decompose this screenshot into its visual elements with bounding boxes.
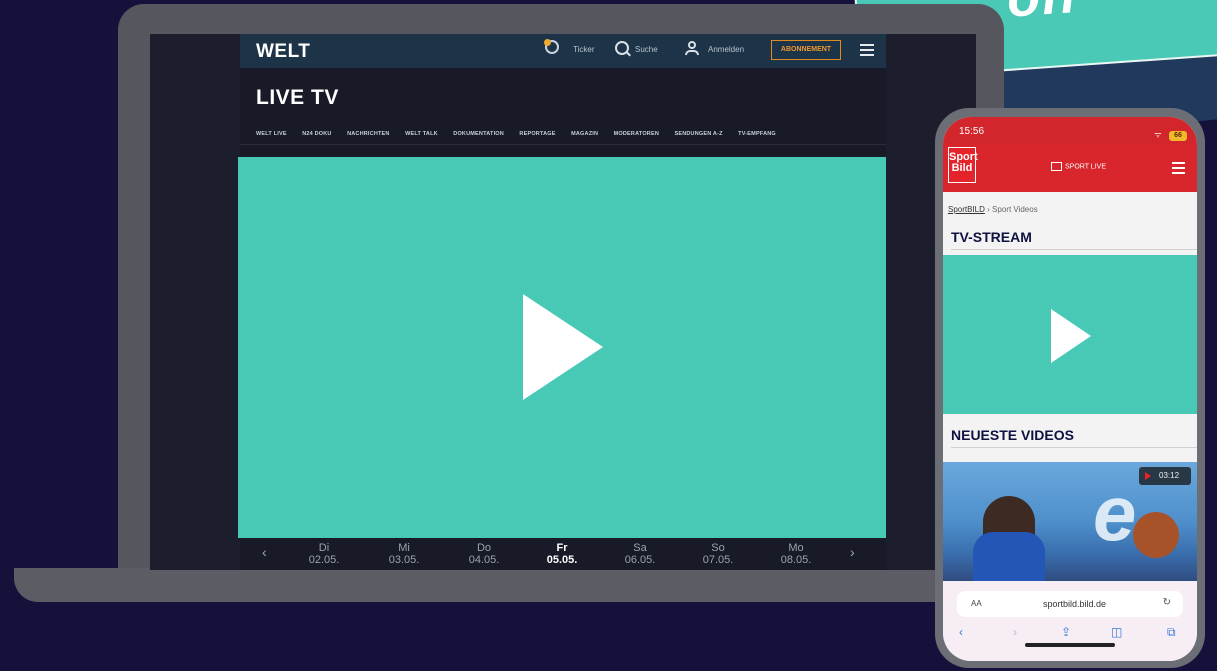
date-value: 08.05. bbox=[780, 554, 812, 566]
date-weekday: Sa bbox=[633, 542, 647, 554]
date-weekday: Do bbox=[476, 542, 492, 554]
nav-item[interactable]: MAGAZIN bbox=[571, 131, 598, 137]
back-icon[interactable]: ‹ bbox=[959, 625, 963, 639]
phone-frame: 15:56 ᯤ 66 Sport Bild SPORT LIVE SportBI… bbox=[935, 108, 1205, 668]
date-item[interactable]: So 07.05. bbox=[688, 542, 748, 566]
nav-item[interactable]: TV-EMPFANG bbox=[738, 131, 776, 137]
tabs-icon[interactable]: ⧉ bbox=[1167, 625, 1176, 640]
status-icons: ᯤ 66 bbox=[1154, 124, 1187, 141]
date-item[interactable]: Sa 06.05. bbox=[610, 542, 670, 566]
date-weekday: Mi bbox=[398, 542, 410, 554]
play-icon[interactable] bbox=[1051, 309, 1091, 363]
banner-text: on bbox=[1005, 0, 1079, 29]
date-weekday: So bbox=[711, 542, 725, 554]
divider bbox=[240, 144, 886, 145]
prev-date-arrow-icon[interactable]: ‹ bbox=[262, 544, 267, 560]
divider bbox=[951, 447, 1197, 448]
play-icon bbox=[1145, 472, 1151, 480]
nav-item[interactable]: REPORTAGE bbox=[519, 131, 555, 137]
date-value: 02.05. bbox=[308, 554, 340, 566]
video-thumbnail[interactable]: e 03:12 bbox=[943, 462, 1197, 592]
page-title: LIVE TV bbox=[256, 86, 339, 109]
bookmarks-icon[interactable]: ◫ bbox=[1111, 625, 1122, 639]
home-indicator bbox=[1025, 643, 1115, 647]
play-icon[interactable] bbox=[523, 294, 603, 400]
date-item[interactable]: Do 04.05. bbox=[454, 542, 514, 566]
forward-icon[interactable]: › bbox=[1013, 625, 1017, 639]
welt-header: WELT Ticker Suche Anmelden ABONNEMENT bbox=[240, 34, 886, 68]
sportbild-header: Sport Bild SPORT LIVE bbox=[943, 144, 1197, 192]
breadcrumb-home-link[interactable]: SportBILD bbox=[948, 205, 985, 214]
url-text[interactable]: sportbild.bild.de bbox=[1043, 599, 1106, 609]
nav-item[interactable]: NACHRICHTEN bbox=[347, 131, 390, 137]
wifi-icon: ᯤ bbox=[1154, 130, 1162, 139]
user-icon[interactable] bbox=[685, 41, 699, 57]
nav-item[interactable]: WELT LIVE bbox=[256, 131, 287, 137]
duration-badge: 03:12 bbox=[1139, 467, 1191, 485]
date-weekday: Mo bbox=[788, 542, 804, 554]
share-icon[interactable]: ⇪ bbox=[1061, 625, 1071, 639]
ticker-icon[interactable] bbox=[544, 39, 559, 54]
date-selector: ‹ Di 02.05. Mi 03.05. Do 04.05. Fr 05.05. Sa… bbox=[240, 538, 886, 570]
hamburger-menu-icon[interactable] bbox=[1172, 162, 1185, 177]
date-value: 03.05. bbox=[388, 554, 420, 566]
divider bbox=[951, 249, 1197, 250]
login-link[interactable]: Anmelden bbox=[708, 45, 744, 54]
nav-item[interactable]: N24 DOKU bbox=[302, 131, 331, 137]
logo-text-bottom: Bild bbox=[951, 162, 973, 174]
browser-toolbar: AA sportbild.bild.de ↻ ‹ › ⇪ ◫ ⧉ bbox=[943, 581, 1197, 661]
sportbild-logo[interactable]: Sport Bild bbox=[948, 147, 978, 183]
status-time: 15:56 bbox=[959, 126, 985, 137]
date-item[interactable]: Mo 08.05. bbox=[766, 542, 826, 566]
latest-videos-title: NEUESTE VIDEOS bbox=[951, 427, 1074, 443]
battery-icon: 66 bbox=[1169, 131, 1187, 141]
date-value: 06.05. bbox=[624, 554, 656, 566]
thumbnail-sponsor-text: e bbox=[1093, 469, 1137, 557]
date-weekday: Fr bbox=[556, 542, 568, 554]
search-link[interactable]: Suche bbox=[635, 45, 658, 54]
date-value: 05.05. bbox=[546, 554, 578, 566]
nav-item[interactable]: SENDUNGEN A-Z bbox=[674, 131, 722, 137]
sport-live-link[interactable]: SPORT LIVE bbox=[1051, 162, 1106, 171]
search-icon[interactable] bbox=[615, 41, 629, 55]
reload-icon[interactable]: ↻ bbox=[1163, 597, 1171, 608]
nav-item[interactable]: DOKUMENTATION bbox=[453, 131, 504, 137]
url-field[interactable]: AA sportbild.bild.de ↻ bbox=[957, 591, 1183, 617]
date-weekday: Di bbox=[318, 542, 330, 554]
phone-screen: 15:56 ᯤ 66 Sport Bild SPORT LIVE SportBI… bbox=[943, 117, 1197, 661]
date-item-active[interactable]: Fr 05.05. bbox=[532, 542, 592, 566]
sport-live-label: SPORT LIVE bbox=[1065, 163, 1106, 171]
video-player[interactable] bbox=[238, 157, 886, 538]
laptop-base bbox=[14, 568, 1014, 602]
welt-nav: WELT LIVE N24 DOKU NACHRICHTEN WELT TALK… bbox=[256, 122, 886, 137]
status-bar: 15:56 ᯤ 66 bbox=[943, 117, 1197, 144]
hamburger-menu-icon[interactable] bbox=[860, 44, 874, 56]
subscribe-button[interactable]: ABONNEMENT bbox=[771, 40, 841, 60]
date-item[interactable]: Di 02.05. bbox=[294, 542, 354, 566]
nav-item[interactable]: MODERATOREN bbox=[614, 131, 659, 137]
tv-icon bbox=[1051, 162, 1062, 171]
phone-video-player[interactable] bbox=[943, 255, 1197, 414]
next-date-arrow-icon[interactable]: › bbox=[850, 544, 855, 560]
date-value: 04.05. bbox=[468, 554, 500, 566]
browser-nav-icons: ‹ › ⇪ ◫ ⧉ bbox=[943, 625, 1197, 641]
breadcrumb-current: Sport Videos bbox=[992, 205, 1038, 214]
stream-title: TV-STREAM bbox=[951, 229, 1032, 245]
breadcrumb: SportBILD › Sport Videos bbox=[948, 205, 1038, 214]
date-item[interactable]: Mi 03.05. bbox=[374, 542, 434, 566]
date-value: 07.05. bbox=[702, 554, 734, 566]
thumbnail-ball bbox=[1133, 512, 1179, 558]
breadcrumb-separator: › bbox=[987, 205, 990, 214]
nav-item[interactable]: WELT TALK bbox=[405, 131, 438, 137]
ticker-link[interactable]: Ticker bbox=[573, 45, 594, 54]
laptop-screen: WELT Ticker Suche Anmelden ABONNEMENT LI… bbox=[150, 34, 976, 570]
video-duration: 03:12 bbox=[1159, 471, 1180, 480]
reader-aa-button[interactable]: AA bbox=[971, 599, 982, 608]
welt-logo[interactable]: WELT bbox=[256, 41, 310, 63]
